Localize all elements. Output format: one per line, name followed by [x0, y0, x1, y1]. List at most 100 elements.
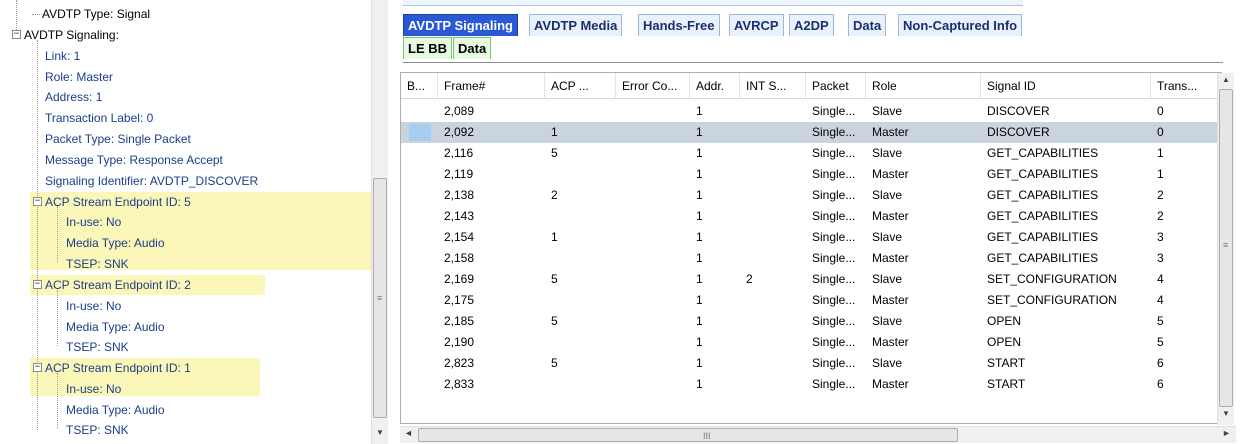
table-cell: 1: [696, 125, 703, 139]
tree-node[interactable]: Media Type: Audio: [66, 318, 165, 336]
tree-vertical-scrollbar[interactable]: ≡ ▼: [371, 0, 388, 444]
table-cell: [740, 311, 806, 332]
tree-node[interactable]: Signaling Identifier: AVDTP_DISCOVER: [45, 172, 258, 190]
table-row[interactable]: 2,185 5 1 Single... Slave OPEN 5: [401, 311, 1221, 332]
scroll-down-icon[interactable]: ▼: [376, 428, 384, 437]
table-cell: [740, 248, 806, 269]
tree-node[interactable]: Media Type: Audio: [66, 401, 165, 419]
column-header-trans[interactable]: Trans...: [1151, 73, 1221, 99]
collapse-icon[interactable]: −: [12, 30, 21, 39]
tree-node[interactable]: TSEP: SNK: [66, 421, 129, 439]
table-row[interactable]: 2,190 1 Single... Master OPEN 5: [401, 332, 1221, 353]
table-row[interactable]: 2,823 5 1 Single... Slave START 6: [401, 353, 1221, 374]
table-cell: [545, 332, 616, 353]
grip-icon: ≡: [377, 293, 383, 303]
scroll-up-icon[interactable]: ▲: [1222, 75, 1230, 84]
scroll-right-icon[interactable]: ►: [1222, 428, 1231, 438]
table-row[interactable]: 2,092 1 1 Single... Master DISCOVER 0: [401, 122, 1221, 143]
tab-data-2[interactable]: Data: [453, 37, 492, 59]
tree-node[interactable]: Packet Type: Single Packet: [45, 130, 191, 148]
tree-node[interactable]: ACP Stream Endpoint ID: 5: [45, 193, 191, 211]
table-cell: [616, 143, 690, 164]
tree-node[interactable]: In-use: No: [66, 213, 121, 231]
column-header-signal-id[interactable]: Signal ID: [981, 73, 1151, 99]
table-cell: [401, 185, 438, 206]
tree-node[interactable]: AVDTP Type: Signal: [42, 5, 150, 23]
tab-non-captured-info[interactable]: Non-Captured Info: [898, 14, 1023, 36]
table-cell: OPEN: [987, 335, 1022, 349]
tree-node[interactable]: Transaction Label: 0: [45, 109, 153, 127]
table-cell: 1: [696, 209, 703, 223]
tree-node[interactable]: Message Type: Response Accept: [45, 151, 223, 169]
tree-node[interactable]: ACP Stream Endpoint ID: 1: [45, 359, 191, 377]
table-cell: Single...: [812, 230, 856, 244]
column-header-role[interactable]: Role: [866, 73, 981, 99]
table-cell: 4: [1157, 272, 1164, 286]
table-row[interactable]: 2,169 5 1 2 Single... Slave SET_CONFIGURATION 4: [401, 269, 1221, 290]
tab-hands-free[interactable]: Hands-Free: [638, 14, 720, 36]
scroll-left-icon[interactable]: ◄: [404, 428, 413, 438]
table-cell: [401, 269, 438, 290]
table-row[interactable]: 2,175 1 Single... Master SET_CONFIGURATION 4: [401, 290, 1221, 311]
table-cell: [740, 122, 806, 143]
collapse-icon[interactable]: −: [33, 363, 42, 372]
column-header-b[interactable]: B...: [401, 73, 438, 99]
table-cell: GET_CAPABILITIES: [987, 188, 1099, 202]
table-cell: Master: [872, 293, 909, 307]
table-cell: [545, 206, 616, 227]
table-row[interactable]: 2,116 5 1 Single... Slave GET_CAPABILITIES 1: [401, 143, 1221, 164]
tree-node[interactable]: Address: 1: [45, 88, 102, 106]
tree-node[interactable]: In-use: No: [66, 380, 121, 398]
table-cell: Master: [872, 209, 909, 223]
table-cell: Slave: [872, 104, 903, 118]
column-header-error-code[interactable]: Error Co...: [616, 73, 690, 99]
table-row[interactable]: 2,158 1 Single... Master GET_CAPABILITIES 3: [401, 248, 1221, 269]
table-row[interactable]: 2,143 1 Single... Master GET_CAPABILITIES 2: [401, 206, 1221, 227]
tree-node[interactable]: Media Type: Audio: [66, 234, 165, 252]
table-vertical-scrollbar[interactable]: ▲ ≡ ▼: [1217, 73, 1234, 425]
panel-splitter[interactable]: [388, 0, 398, 444]
scrollbar-thumb[interactable]: III: [418, 428, 958, 442]
tree-node[interactable]: Role: Master: [45, 68, 113, 86]
table-cell: [401, 227, 438, 248]
table-row[interactable]: 2,154 1 1 Single... Slave GET_CAPABILITIES 3: [401, 227, 1221, 248]
table-row[interactable]: 2,119 1 Single... Master GET_CAPABILITIES 1: [401, 164, 1221, 185]
tab-le-bb[interactable]: LE BB: [403, 37, 452, 59]
scrollbar-thumb[interactable]: ≡: [1219, 89, 1233, 407]
table-cell: SET_CONFIGURATION: [987, 272, 1117, 286]
tree-node[interactable]: TSEP: SNK: [66, 255, 129, 273]
tree-node[interactable]: ACP Stream Endpoint ID: 2: [45, 276, 191, 294]
collapse-icon[interactable]: −: [33, 280, 42, 289]
collapse-icon[interactable]: −: [33, 197, 42, 206]
table-cell: [616, 227, 690, 248]
scrollbar-thumb[interactable]: ≡: [373, 178, 387, 418]
column-header-addr[interactable]: Addr.: [690, 73, 740, 99]
tab-a2dp[interactable]: A2DP: [789, 14, 834, 36]
tree-node[interactable]: AVDTP Signaling:: [24, 26, 119, 44]
table-row[interactable]: 2,138 2 1 Single... Slave GET_CAPABILITIES 2: [401, 185, 1221, 206]
tree-node[interactable]: In-use: No: [66, 297, 121, 315]
column-header-frame[interactable]: Frame#: [438, 73, 545, 99]
table-cell: [616, 332, 690, 353]
tree-node[interactable]: TSEP: SNK: [66, 338, 129, 356]
tab-avrcp[interactable]: AVRCP: [729, 14, 784, 36]
column-header-acp[interactable]: ACP ...: [545, 73, 616, 99]
tab-avdtp-media[interactable]: AVDTP Media: [529, 14, 623, 36]
table-cell: 5: [551, 356, 558, 370]
table-horizontal-scrollbar[interactable]: ◄ III ►: [400, 426, 1236, 443]
tree-node[interactable]: Link: 1: [45, 47, 80, 65]
table-cell: Master: [872, 125, 909, 139]
table-row[interactable]: 2,089 1 Single... Slave DISCOVER 0: [401, 101, 1221, 122]
scroll-down-icon[interactable]: ▼: [1222, 409, 1230, 418]
tab-data[interactable]: Data: [848, 14, 887, 36]
table-cell: Single...: [812, 251, 856, 265]
table-cell: [740, 353, 806, 374]
table-cell: Slave: [872, 146, 903, 160]
table-row[interactable]: 2,833 1 Single... Master START 6: [401, 374, 1221, 395]
table-cell: 5: [1157, 335, 1164, 349]
frame-table[interactable]: B... Frame# ACP ... Error Co... Addr. IN…: [400, 72, 1222, 424]
table-cell: 1: [696, 167, 703, 181]
column-header-int-s[interactable]: INT S...: [740, 73, 806, 99]
tab-avdtp-signaling[interactable]: AVDTP Signaling: [403, 14, 518, 36]
column-header-packet[interactable]: Packet: [806, 73, 866, 99]
